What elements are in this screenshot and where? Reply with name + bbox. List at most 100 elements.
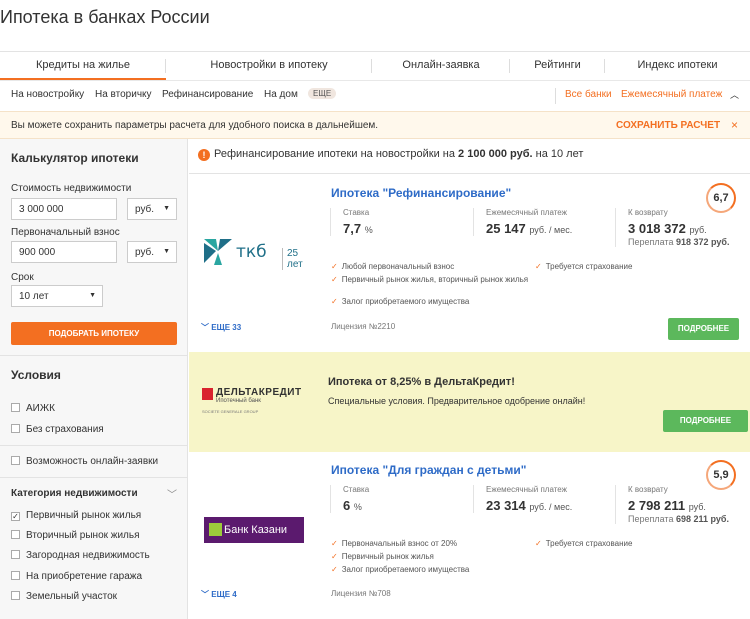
tab-new-buildings[interactable]: Новостройки в ипотеку	[166, 52, 372, 80]
subtab-more-button[interactable]: ЕЩЕ	[308, 88, 337, 99]
offer-title[interactable]: Ипотека "Рефинансирование"	[331, 186, 511, 200]
condition-online-application[interactable]: Возможность онлайн-заявки	[11, 456, 158, 467]
calculator-title: Калькулятор ипотеки	[11, 151, 139, 165]
checkbox[interactable]	[11, 591, 20, 600]
sub-divider	[555, 88, 556, 104]
chevron-up-icon[interactable]: ︿	[730, 88, 739, 101]
main-tabs: Кредиты на жилье Новостройки в ипотеку О…	[0, 51, 750, 80]
sidebar-divider	[0, 477, 188, 478]
checkbox[interactable]	[11, 550, 20, 559]
bank-kazan-logo-icon	[209, 523, 222, 536]
category-secondary[interactable]: Вторичный рынок жилья	[11, 530, 140, 541]
chevron-down-icon: ﹀	[201, 323, 212, 332]
chevron-down-icon: ﹀	[201, 590, 212, 599]
notice-text: Вы можете сохранить параметры расчета дл…	[11, 120, 379, 131]
category-title: Категория недвижимости	[11, 488, 138, 499]
caret-down-icon: ▼	[163, 248, 170, 255]
subtab-new-building[interactable]: На новостройку	[11, 89, 84, 100]
feature-item: ✓ Первоначальный взнос от 20%	[331, 539, 458, 548]
info-icon: !	[198, 149, 210, 161]
category-primary[interactable]: ✓ Первичный рынок жилья	[11, 510, 141, 521]
ad-title[interactable]: Ипотека от 8,25% в ДельтаКредит!	[328, 376, 515, 388]
more-offers-link[interactable]: ﹀ ЕЩЕ 4	[201, 589, 237, 600]
checkbox[interactable]	[11, 424, 20, 433]
tkb-logo-icon	[204, 239, 232, 265]
category-garage[interactable]: На приобретение гаража	[11, 571, 142, 582]
page-title: Ипотека в банках России	[0, 7, 210, 27]
save-notice: Вы можете сохранить параметры расчета дл…	[0, 111, 750, 139]
property-cost-currency-select[interactable]: руб. ▼	[127, 198, 177, 220]
sort-monthly-payment[interactable]: Ежемесячный платеж	[621, 89, 722, 100]
feature-item: ✓ Требуется страхование	[535, 262, 633, 271]
all-banks-link[interactable]: Все банки	[565, 89, 612, 100]
ad-text: Специальные условия. Предварительное одо…	[328, 396, 586, 406]
check-icon: ✓	[331, 565, 338, 574]
details-button[interactable]: ПОДРОБНЕЕ	[668, 318, 739, 340]
rate-block: Ставка 7,7 %	[330, 208, 373, 236]
tab-ratings[interactable]: Рейтинги	[510, 52, 605, 80]
ad-banner[interactable]: ДЕЛЬТАКРЕДИТ Ипотечный банк SOCIETE GENE…	[189, 352, 750, 452]
offer-card: Банк Казани Ипотека "Для граждан с детьм…	[189, 452, 750, 619]
feature-item: ✓ Первичный рынок жилья, вторичный рынок …	[331, 275, 529, 284]
bank-logo-kazan: Банк Казани	[204, 517, 304, 543]
down-payment-input[interactable]: 900 000	[11, 241, 117, 263]
property-cost-label: Стоимость недвижимости	[11, 183, 132, 194]
ad-details-button[interactable]: ПОДРОБНЕЕ	[663, 410, 748, 432]
check-icon: ✓	[331, 539, 338, 548]
check-icon: ✓	[331, 262, 338, 271]
term-select[interactable]: 10 лет ▼	[11, 285, 103, 307]
subtab-secondary[interactable]: На вторичку	[95, 89, 152, 100]
rate-block: Ставка 6 %	[330, 485, 369, 513]
search-summary: ! Рефинансирование ипотеки на новостройки…	[198, 148, 583, 161]
total-return-block: К возврату 3 018 372 руб. Переплата 918 …	[615, 208, 729, 247]
tab-housing-credits[interactable]: Кредиты на жилье	[0, 52, 166, 80]
caret-down-icon: ▼	[89, 292, 96, 299]
save-calculation-button[interactable]: СОХРАНИТЬ РАСЧЕТ	[616, 120, 720, 131]
tab-online-application[interactable]: Онлайн-заявка	[372, 52, 510, 80]
conditions-title: Условия	[11, 368, 61, 382]
find-mortgage-button[interactable]: ПОДОБРАТЬ ИПОТЕКУ	[11, 322, 177, 345]
checkbox[interactable]	[11, 403, 20, 412]
feature-item: ✓ Залог приобретаемого имущества	[331, 297, 470, 306]
checkbox-checked[interactable]: ✓	[11, 512, 20, 521]
term-label: Срок	[11, 272, 34, 283]
license-text: Лицензия №708	[331, 589, 391, 598]
checkbox[interactable]	[11, 456, 20, 465]
property-cost-input[interactable]: 3 000 000	[11, 198, 117, 220]
tkb-logo-years: 25 лет	[282, 248, 303, 270]
chevron-down-icon[interactable]: ﹀	[167, 486, 177, 501]
tkb-logo-text: ткб	[236, 242, 267, 262]
sidebar: Калькулятор ипотеки Стоимость недвижимос…	[0, 139, 188, 619]
deltacredit-logo-icon	[202, 388, 213, 400]
caret-down-icon: ▼	[163, 205, 170, 212]
sidebar-divider	[0, 355, 188, 356]
rating-badge: 6,7	[706, 183, 736, 213]
check-icon: ✓	[331, 552, 338, 561]
condition-aizhk[interactable]: АИЖК	[11, 403, 55, 414]
tab-mortgage-index[interactable]: Индекс ипотеки	[605, 52, 750, 80]
total-return-block: К возврату 2 798 211 руб. Переплата 698 …	[615, 485, 729, 524]
down-payment-currency-select[interactable]: руб. ▼	[127, 241, 177, 263]
down-payment-label: Первоначальный взнос	[11, 227, 120, 238]
check-icon: ✓	[331, 297, 338, 306]
feature-item: ✓ Требуется страхование	[535, 539, 633, 548]
checkbox[interactable]	[11, 530, 20, 539]
check-icon: ✓	[535, 262, 542, 271]
condition-no-insurance[interactable]: Без страхования	[11, 424, 104, 435]
feature-item: ✓ Первичный рынок жилья	[331, 552, 434, 561]
check-icon: ✓	[535, 539, 542, 548]
close-icon[interactable]: ×	[731, 118, 738, 132]
more-offers-link[interactable]: ﹀ ЕЩЕ 33	[201, 322, 241, 333]
checkbox[interactable]	[11, 571, 20, 580]
license-text: Лицензия №2210	[331, 322, 396, 331]
category-land[interactable]: Земельный участок	[11, 591, 117, 602]
feature-item: ✓ Залог приобретаемого имущества	[331, 565, 470, 574]
monthly-payment-block: Ежемесячный платеж 23 314 руб. / мес.	[473, 485, 572, 513]
feature-item: ✓ Любой первоначальный взнос	[331, 262, 455, 271]
check-icon: ✓	[331, 275, 338, 284]
category-country[interactable]: Загородная недвижимость	[11, 550, 150, 561]
subtab-house[interactable]: На дом	[264, 89, 298, 100]
rating-badge: 5,9	[706, 460, 736, 490]
subtab-refinancing[interactable]: Рефинансирование	[162, 89, 253, 100]
offer-title[interactable]: Ипотека "Для граждан с детьми"	[331, 463, 526, 477]
